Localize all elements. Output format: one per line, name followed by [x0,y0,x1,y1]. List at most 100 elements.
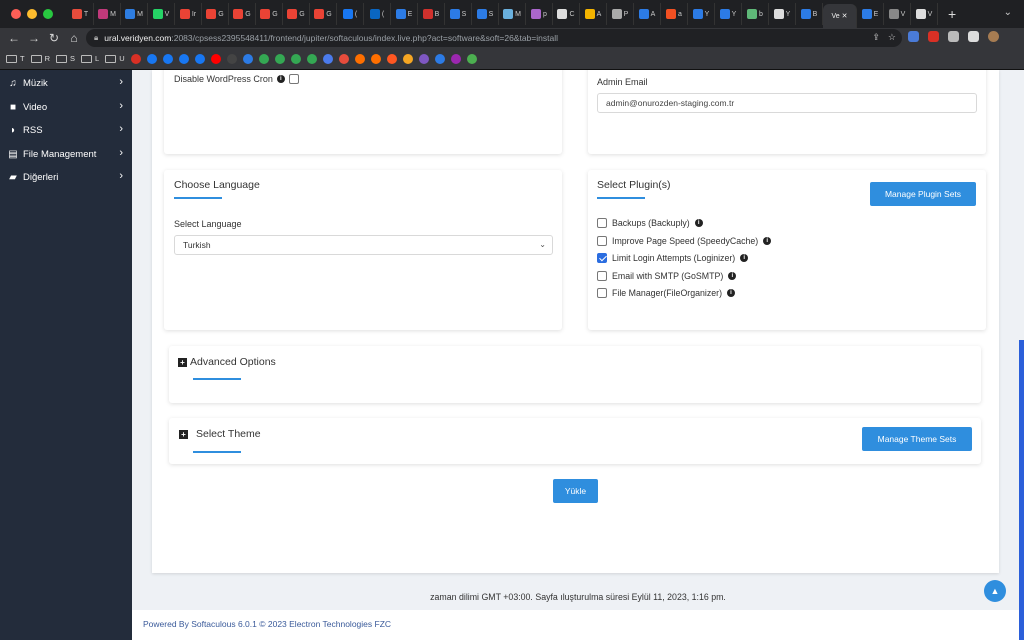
minimize-window-button[interactable] [27,9,37,19]
share-icon[interactable]: ⇪ [872,32,880,43]
install-button[interactable]: Yükle [553,479,598,503]
browser-tab[interactable]: G [256,3,283,25]
browser-tab[interactable]: P [607,3,634,25]
admin-email-input[interactable]: admin@onurozden-staging.com.tr [597,93,977,113]
browser-tab[interactable]: A [634,3,661,25]
plugin-checkbox[interactable] [597,253,607,263]
browser-tab[interactable]: A [580,3,607,25]
powered-by-link[interactable]: Powered By Softaculous 6.0.1 © 2023 Elec… [143,619,391,629]
scroll-to-top-button[interactable]: ▲ [984,580,1006,602]
browser-tab[interactable]: C [553,3,580,25]
browser-tab[interactable]: ( [337,3,364,25]
browser-tab[interactable]: V [911,3,938,25]
bookmark-folder[interactable]: R [30,54,50,63]
browser-tab[interactable]: Y [769,3,796,25]
bookmark-folder[interactable]: S [56,54,75,63]
menu-kebab-icon[interactable] [1008,31,1012,42]
browser-tab[interactable]: p [526,3,553,25]
bookmark-item[interactable] [162,53,173,64]
advanced-options-toggle[interactable]: + Advanced Options [178,356,276,368]
bookmark-folder[interactable]: T [6,54,25,63]
bookmark-item[interactable] [386,53,397,64]
tab-title: C [569,10,575,18]
browser-tab[interactable]: B [796,3,823,25]
bookmark-item[interactable] [450,53,461,64]
bookmark-item[interactable] [130,53,141,64]
browser-tab[interactable]: Y [688,3,715,25]
bookmark-folder[interactable]: U [105,54,125,63]
manage-plugin-sets-button[interactable]: Manage Plugin Sets [870,182,976,206]
browser-tab[interactable]: Y [715,3,742,25]
plugin-checkbox[interactable] [597,235,607,246]
browser-tab[interactable]: Ir [175,3,202,25]
browser-tab[interactable]: S [445,3,472,25]
puzzle-icon[interactable] [948,31,959,42]
browser-tab[interactable]: E [857,3,884,25]
bookmark-star-icon[interactable]: ☆ [888,32,896,43]
bookmark-item[interactable] [402,53,413,64]
browser-tab[interactable]: G [229,3,256,25]
reload-icon[interactable]: ↻ [44,31,64,45]
bookmark-item[interactable] [178,53,189,64]
browser-tab[interactable]: b [742,3,769,25]
plugin-checkbox[interactable] [597,218,607,228]
manage-theme-sets-button[interactable]: Manage Theme Sets [862,427,972,451]
language-select[interactable]: Turkish ⌄ [174,235,553,255]
browser-tab[interactable]: ( [364,3,391,25]
bookmark-item[interactable] [194,53,205,64]
browser-tab[interactable]: B [418,3,445,25]
browser-tab[interactable]: S [472,3,499,25]
bookmark-item[interactable] [322,53,333,64]
sidebar-item-folder[interactable]: ▰ Diğerleri › [0,166,132,190]
maximize-window-button[interactable] [43,9,53,19]
browser-tab[interactable]: M [121,3,148,25]
browser-tab[interactable]: E [391,3,418,25]
bookmark-item[interactable] [306,53,317,64]
bookmark-item[interactable] [354,53,365,64]
sidebar-item-video[interactable]: ■ Video › [0,96,132,120]
tab-active[interactable]: Ve ✕ [823,4,857,28]
sidebar-item-rss[interactable]: ◗ RSS › [0,119,132,143]
profile-avatar[interactable] [988,31,999,42]
sidebar-item-file[interactable]: ▤ File Management › [0,143,132,167]
tab-search-icon[interactable]: ⌄ [1004,7,1012,18]
browser-tab[interactable]: G [283,3,310,25]
extension-icon[interactable] [928,31,939,42]
bookmark-item[interactable] [466,53,477,64]
forward-icon[interactable]: → [24,31,44,45]
close-window-button[interactable] [11,9,21,19]
browser-tab[interactable]: M [499,3,526,25]
browser-tab[interactable]: V [884,3,911,25]
sidebar-item-music[interactable]: ♫ Müzik › [0,72,132,96]
bookmark-item[interactable] [226,53,237,64]
browser-tab[interactable]: a [661,3,688,25]
translate-extension-icon[interactable] [908,31,919,42]
bookmark-item[interactable] [434,53,445,64]
sidebar-toggle-icon[interactable] [968,31,979,42]
bookmark-item[interactable] [290,53,301,64]
plugin-checkbox[interactable] [597,288,607,298]
new-tab-button[interactable]: + [948,6,956,22]
browser-tab[interactable]: G [202,3,229,25]
address-bar[interactable]: 🔒︎ ural.veridyen.com:2083/cpsess23955484… [86,29,902,47]
bookmark-item[interactable] [258,53,269,64]
bookmark-item[interactable] [210,53,221,64]
bookmark-item[interactable] [370,53,381,64]
bookmark-item[interactable] [338,53,349,64]
browser-tab[interactable]: G [310,3,337,25]
plugin-checkbox[interactable] [597,270,607,281]
home-icon[interactable]: ⌂ [64,31,84,45]
close-tab-icon[interactable]: ✕ [842,12,848,20]
select-theme-toggle[interactable]: + Select Theme [179,428,261,440]
browser-tab[interactable]: M [94,3,121,25]
bookmark-item[interactable] [146,53,157,64]
bookmark-item[interactable] [274,53,285,64]
bookmark-item[interactable] [418,53,429,64]
back-icon[interactable]: ← [4,31,24,45]
bookmark-item[interactable] [242,53,253,64]
disable-cron-checkbox[interactable] [288,74,299,84]
bookmark-folder[interactable]: L [81,54,99,63]
browser-tab[interactable]: T [67,3,94,25]
info-icon: i [727,289,735,297]
browser-tab[interactable]: V [148,3,175,25]
